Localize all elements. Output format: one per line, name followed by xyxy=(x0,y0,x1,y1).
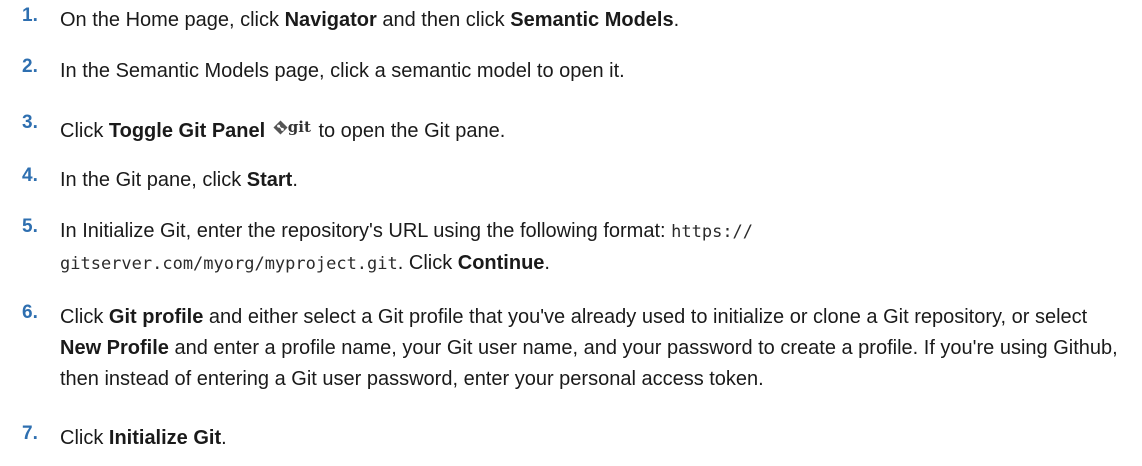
step-text: In the Git pane, click Start. xyxy=(60,165,1130,196)
text: Click xyxy=(60,306,109,328)
semantic-models-term: Semantic Models xyxy=(510,9,674,31)
text: Click xyxy=(60,120,109,142)
text: . xyxy=(221,427,227,449)
continue-term: Continue xyxy=(457,252,545,274)
step-text: On the Home page, click Navigator and th… xyxy=(60,5,1130,36)
text: to open the Git pane. xyxy=(312,120,506,142)
toggle-git-panel-term: Toggle Git Panel xyxy=(108,120,266,142)
step-number: 4. xyxy=(22,165,38,186)
new-profile-term: New Profile xyxy=(60,337,169,359)
text: and enter a profile name, your Git user … xyxy=(60,337,1118,390)
url-code: gitserver.com/myorg/myproject.git xyxy=(60,254,398,274)
step-number: 3. xyxy=(22,112,38,133)
step-number: 6. xyxy=(22,302,38,323)
step-text: Click Toggle Git Panel git to open the G… xyxy=(60,112,1130,147)
text: . xyxy=(673,9,680,31)
git-profile-term: Git profile xyxy=(108,306,204,328)
step-number: 1. xyxy=(22,5,38,26)
text: . Click xyxy=(397,252,458,274)
step-number: 7. xyxy=(22,423,38,444)
text: and then click xyxy=(376,9,511,31)
git-diamond-icon: git xyxy=(273,112,311,143)
step-text: Click Git profile and either select a Gi… xyxy=(60,302,1130,395)
text: Click xyxy=(60,427,109,449)
text: and either select a Git profile that you… xyxy=(203,306,1088,328)
text: . xyxy=(544,252,550,274)
navigator-term: Navigator xyxy=(284,9,377,31)
initialize-git-term: Initialize Git xyxy=(108,427,222,449)
text: In the Git pane, click xyxy=(60,169,247,191)
step-text: Click Initialize Git. xyxy=(60,423,1130,454)
step-text: In Initialize Git, enter the repository'… xyxy=(60,216,1130,280)
step-number: 5. xyxy=(22,216,38,237)
step-number: 2. xyxy=(22,56,38,77)
url-code: https:// xyxy=(671,222,754,242)
text: In Initialize Git, enter the repository'… xyxy=(60,220,672,242)
git-icon-label: git xyxy=(287,118,311,137)
text: On the Home page, click xyxy=(60,9,285,31)
text: . xyxy=(292,169,298,191)
step-text: In the Semantic Models page, click a sem… xyxy=(60,60,625,82)
start-term: Start xyxy=(246,169,293,191)
